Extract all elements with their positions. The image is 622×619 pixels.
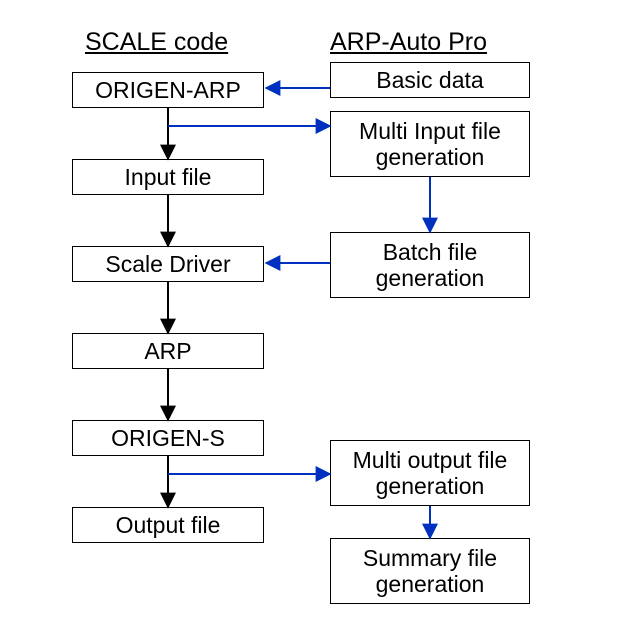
box-origen-s: ORIGEN-S [72, 420, 264, 456]
box-scale-driver: Scale Driver [72, 246, 264, 282]
box-multi-input: Multi Input file generation [330, 111, 530, 177]
box-basic-data: Basic data [330, 62, 530, 98]
header-scale-code: SCALE code [85, 28, 228, 57]
box-batch-file: Batch file generation [330, 232, 530, 298]
box-origen-arp: ORIGEN-ARP [72, 72, 264, 108]
box-arp: ARP [72, 333, 264, 369]
box-multi-output: Multi output file generation [330, 440, 530, 506]
box-output-file: Output file [72, 507, 264, 543]
box-summary-file: Summary file generation [330, 538, 530, 604]
header-arp-auto-pro: ARP-Auto Pro [330, 28, 487, 57]
box-input-file: Input file [72, 159, 264, 195]
